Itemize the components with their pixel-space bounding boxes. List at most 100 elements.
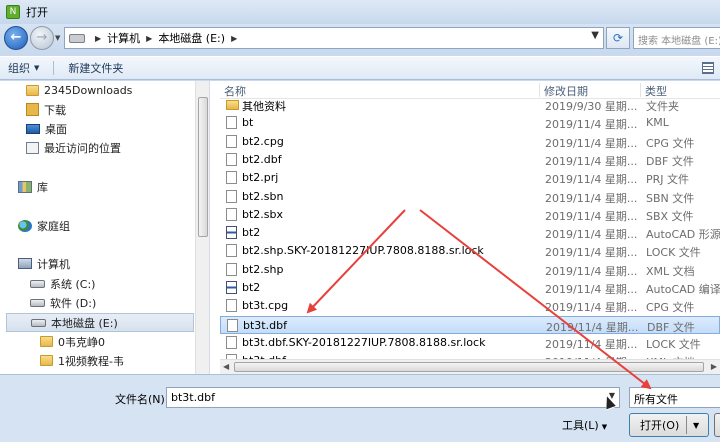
file-name: bt2.shp [242,262,284,276]
breadcrumb-separator-icon[interactable]: ▶ [231,34,237,43]
nav-item-2345downloads[interactable]: 2345Downloads [26,81,209,100]
scroll-left-icon[interactable]: ◀ [223,362,229,371]
file-row[interactable]: bt3t.dbf.SKY-20181227IUP.7808.8188.sr.lo… [220,334,720,352]
file-type-filter[interactable]: 所有文件 [629,387,720,408]
nav-item-label: 系统 (C:) [50,277,96,291]
file-name: bt3t.dbf.SKY-20181227IUP.7808.8188.sr.lo… [242,335,486,349]
nav-item-computer[interactable]: 计算机 [18,254,209,273]
autocad-icon [226,281,237,294]
breadcrumb-separator-icon[interactable]: ▶ [95,34,101,43]
computer-icon [18,258,32,269]
breadcrumb-separator-icon[interactable]: ▶ [146,34,152,43]
file-row[interactable]: bt2.sbx 2019/11/4 星期... SBX 文件 [220,206,720,224]
open-button[interactable]: 打开(O) ▼ [629,413,709,437]
chevron-down-icon: ▼ [34,64,40,72]
drive-icon [30,298,45,307]
chevron-down-icon: ▼ [601,423,608,431]
file-icon [226,335,237,349]
tools-menu[interactable]: 工具(L) ▼ [562,417,607,433]
nav-item-desktop[interactable]: 桌面 [26,119,209,138]
file-type: LOCK 文件 [646,246,701,260]
file-row[interactable]: bt2 2019/11/4 星期... AutoCAD 形源代 [220,224,720,242]
recent-pages-dropdown-icon[interactable]: ▼ [55,34,60,42]
file-icon [226,116,237,130]
file-row[interactable]: bt3t.dbf 2019/11/4 星期... DBF 文件 [220,315,720,334]
desktop-icon [26,123,40,134]
nav-item-libraries[interactable]: 库 [18,177,209,196]
column-divider[interactable] [539,83,540,97]
file-row[interactable]: bt2.dbf 2019/11/4 星期... DBF 文件 [220,151,720,169]
filename-label: 文件名(N): [115,393,169,406]
nav-item-folder-0[interactable]: 0韦克峥0 [40,332,209,351]
file-type: DBF 文件 [646,154,694,168]
file-row[interactable]: bt2.cpg 2019/11/4 星期... CPG 文件 [220,133,720,151]
library-icon [18,180,32,193]
file-row[interactable]: bt2.sbn 2019/11/4 星期... SBN 文件 [220,188,720,206]
file-name: 其他资料 [242,100,286,113]
nav-item-downloads[interactable]: 下载 [26,100,209,119]
horizontal-scrollbar-thumb[interactable] [234,362,704,372]
new-folder-button[interactable]: 新建文件夹 [60,60,131,76]
file-icon [227,318,238,332]
column-divider[interactable] [640,83,641,97]
file-row[interactable]: 其他资料 2019/9/30 星期... 文件夹 [220,96,720,114]
file-name: bt3t.cpg [242,299,289,313]
file-type: AutoCAD 编译的 [646,283,720,296]
nav-scrollbar[interactable] [195,81,209,374]
file-row[interactable]: bt 2019/11/4 星期... KML [220,114,720,132]
search-input[interactable]: 搜索 本地磁盘 (E:) [633,27,720,49]
organize-menu[interactable]: 组织 ▼ [0,60,47,76]
chevron-down-icon[interactable]: ▼ [693,421,699,430]
forward-button[interactable]: → [30,26,54,50]
button-divider [686,416,687,434]
nav-item-drive-e[interactable]: 本地磁盘 (E:) [6,313,194,332]
navigation-pane: 2345Downloads 下载 桌面 最近访问的位置 库 家庭组 计算机 系统… [0,81,210,374]
breadcrumb-drive-e[interactable]: 本地磁盘 (E:) [158,30,225,46]
breadcrumb-computer[interactable]: 计算机 [107,30,140,46]
nav-item-recent-places[interactable]: 最近访问的位置 [26,138,209,157]
file-row[interactable]: bt2.prj 2019/11/4 星期... PRJ 文件 [220,169,720,187]
autocad-icon [226,226,237,240]
nav-item-drive-c[interactable]: 系统 (C:) [30,274,209,293]
file-date: 2019/11/4 星期... [545,136,638,150]
file-list: 名称 修改日期 类型 其他资料 2019/9/30 星期... 文件夹 bt 2019/… [220,81,720,374]
nav-item-label: 1视频教程-韦 [58,354,124,368]
file-name: bt2.prj [242,171,279,185]
main-area: 2345Downloads 下载 桌面 最近访问的位置 库 家庭组 计算机 系统… [0,81,720,374]
address-dropdown-icon[interactable]: ▼ [591,30,599,41]
nav-item-label: 2345Downloads [44,84,133,97]
address-bar[interactable]: ▶ 计算机 ▶ 本地磁盘 (E:) ▶ ▼ [64,27,604,49]
toolbar-divider [53,61,55,75]
nav-item-label: 家庭组 [37,219,70,233]
file-date: 2019/11/4 星期... [545,246,638,260]
file-type: 文件夹 [646,100,679,113]
file-type: AutoCAD 形源代 [646,228,720,242]
filename-value: bt3t.dbf [171,391,215,404]
horizontal-scrollbar[interactable]: ◀ ▶ [220,359,720,374]
back-button[interactable]: ← [4,26,28,50]
file-date: 2019/11/4 星期... [545,283,638,296]
file-row[interactable]: bt2.shp.SKY-20181227IUP.7808.8188.sr.loc… [220,242,720,260]
file-date: 2019/11/4 星期... [545,154,638,168]
scroll-right-icon[interactable]: ▶ [711,362,717,371]
view-options-icon[interactable] [702,62,714,74]
file-name: bt2.sbn [242,189,284,203]
cancel-button[interactable] [714,413,720,437]
filename-input[interactable]: bt3t.dbf ▼ [166,387,620,408]
back-arrow-icon: ← [10,30,22,45]
nav-item-label: 计算机 [37,257,70,271]
file-row[interactable]: bt2 2019/11/4 星期... AutoCAD 编译的 [220,279,720,297]
homegroup-icon [18,219,32,232]
file-name: bt [242,116,254,130]
file-row[interactable]: bt2.shp 2019/11/4 星期... XML 文档 [220,261,720,279]
nav-scrollbar-thumb[interactable] [198,97,208,237]
nav-item-folder-1[interactable]: 1视频教程-韦 [40,351,209,370]
nav-item-drive-d[interactable]: 软件 (D:) [30,293,209,312]
forward-arrow-icon: → [36,30,48,45]
nav-item-homegroup[interactable]: 家庭组 [18,216,209,235]
refresh-button[interactable]: ⟳ [606,27,630,49]
file-name: bt2 [242,226,261,240]
file-row[interactable]: bt3t.cpg 2019/11/4 星期... CPG 文件 [220,297,720,315]
nav-item-label: 0韦克峥0 [58,335,105,349]
nav-item-label: 库 [37,180,48,194]
